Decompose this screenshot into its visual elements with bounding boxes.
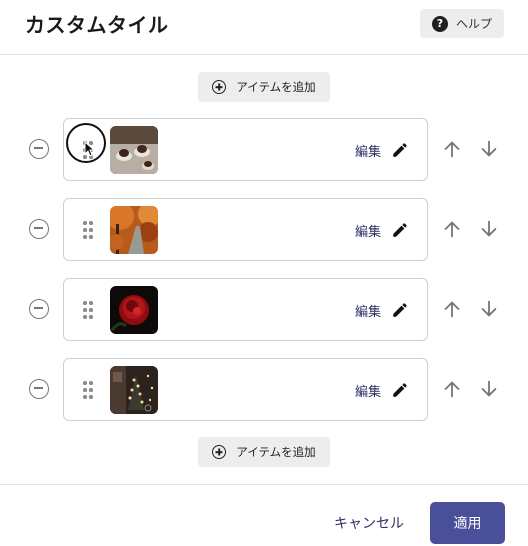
tile-row: 編集	[0, 198, 528, 262]
tile-card: 編集	[63, 278, 428, 341]
move-up-icon[interactable]	[441, 378, 463, 400]
add-item-button-top[interactable]: アイテムを追加	[198, 72, 330, 102]
tile-row: 編集	[0, 118, 528, 182]
move-down-icon[interactable]	[478, 138, 500, 160]
thumbnail-night-lights-image	[110, 366, 158, 414]
remove-item-icon[interactable]	[29, 139, 49, 159]
move-down-icon[interactable]	[478, 298, 500, 320]
move-up-icon[interactable]	[441, 298, 463, 320]
add-item-label: アイテムを追加	[236, 80, 316, 94]
help-button[interactable]: ? ヘルプ	[420, 9, 504, 38]
tile-row: 編集	[0, 278, 528, 342]
edit-label: 編集	[354, 304, 381, 320]
dialog-title: カスタムタイル	[25, 13, 169, 37]
drag-handle-icon[interactable]	[83, 221, 93, 239]
edit-label: 編集	[354, 384, 381, 400]
tile-card: 編集	[63, 358, 428, 421]
remove-item-icon[interactable]	[29, 299, 49, 319]
tile-card: 編集	[63, 118, 428, 181]
thumbnail-rose-image	[110, 286, 158, 334]
edit-button[interactable]: 編集	[355, 219, 409, 241]
move-down-icon[interactable]	[478, 378, 500, 400]
move-up-icon[interactable]	[441, 218, 463, 240]
mouse-pointer-icon	[84, 141, 96, 157]
edit-button[interactable]: 編集	[355, 299, 409, 321]
thumbnail-chocolate-image	[110, 126, 158, 174]
drag-handle-icon[interactable]	[83, 381, 93, 399]
move-down-icon[interactable]	[478, 218, 500, 240]
thumbnail-autumn-image	[110, 206, 158, 254]
remove-item-icon[interactable]	[29, 219, 49, 239]
edit-label: 編集	[354, 144, 381, 160]
help-label: ヘルプ	[455, 17, 492, 31]
edit-button[interactable]: 編集	[355, 139, 409, 161]
pencil-icon	[393, 143, 407, 157]
edit-button[interactable]: 編集	[355, 379, 409, 401]
help-icon: ?	[431, 15, 448, 32]
apply-button[interactable]: 適用	[430, 502, 505, 544]
add-circle-icon	[212, 80, 227, 94]
add-item-button-bottom[interactable]: アイテムを追加	[198, 437, 330, 467]
add-item-label: アイテムを追加	[236, 445, 316, 459]
dialog-footer: キャンセル 適用	[0, 484, 528, 546]
cancel-button[interactable]: キャンセル	[334, 513, 404, 533]
move-up-icon[interactable]	[441, 138, 463, 160]
tile-card: 編集	[63, 198, 428, 261]
remove-item-icon[interactable]	[29, 379, 49, 399]
add-circle-icon	[212, 445, 227, 459]
tile-row: 編集	[0, 358, 528, 422]
drag-handle-icon[interactable]	[83, 301, 93, 319]
pencil-icon	[393, 383, 407, 397]
pencil-icon	[393, 223, 407, 237]
edit-label: 編集	[354, 224, 381, 240]
pencil-icon	[393, 303, 407, 317]
dialog-header: カスタムタイル ? ヘルプ	[0, 0, 528, 55]
